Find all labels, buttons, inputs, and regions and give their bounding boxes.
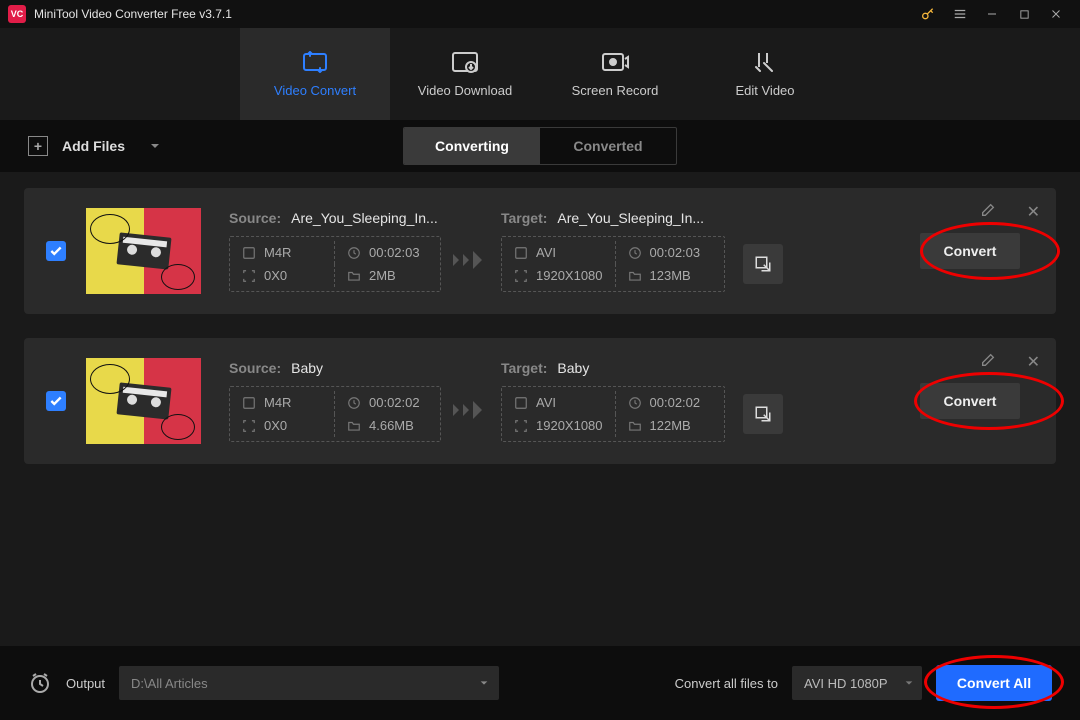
target-preset-button[interactable] xyxy=(743,394,783,434)
resolution-icon xyxy=(514,419,528,433)
convert-all-label: Convert all files to xyxy=(675,676,778,691)
app-logo: VC xyxy=(8,5,26,23)
edit-icon[interactable] xyxy=(980,352,996,368)
toolbar: + Add Files Converting Converted xyxy=(0,120,1080,172)
output-label: Output xyxy=(66,676,105,691)
format-icon xyxy=(242,396,256,410)
window-maximize-icon[interactable] xyxy=(1008,0,1040,28)
download-icon xyxy=(450,51,480,73)
bottom-bar: Output D:\All Articles Convert all files… xyxy=(0,646,1080,720)
target-label: Target: xyxy=(501,360,547,376)
tab-video-download[interactable]: Video Download xyxy=(390,28,540,120)
clock-icon xyxy=(628,396,642,410)
tab-video-convert[interactable]: Video Convert xyxy=(240,28,390,120)
arrow-icon xyxy=(445,251,501,269)
source-specs: M4R 00:02:02 0X0 4.66MB xyxy=(229,386,441,442)
items-list: Source: Are_You_Sleeping_In... M4R 00:02… xyxy=(0,172,1080,480)
window-minimize-icon[interactable] xyxy=(976,0,1008,28)
add-files-button[interactable]: + Add Files xyxy=(28,136,161,156)
tab-converting[interactable]: Converting xyxy=(404,128,540,164)
clock-icon xyxy=(347,396,361,410)
tab-label: Edit Video xyxy=(735,83,794,98)
source-name: Are_You_Sleeping_In... xyxy=(291,210,438,226)
convert-icon xyxy=(300,51,330,73)
edit-video-icon xyxy=(750,51,780,73)
item-thumbnail xyxy=(86,208,201,294)
target-name: Baby xyxy=(557,360,589,376)
app-title: MiniTool Video Converter Free v3.7.1 xyxy=(34,7,232,21)
target-specs: AVI 00:02:02 1920X1080 122MB xyxy=(501,386,725,442)
format-icon xyxy=(514,246,528,260)
chevron-down-icon xyxy=(149,140,161,152)
target-block: Target: Baby AVI 00:02:02 1920X1080 122M… xyxy=(501,360,801,442)
schedule-icon[interactable] xyxy=(28,671,52,695)
chevron-down-icon xyxy=(904,678,914,688)
source-block: Source: Baby M4R 00:02:02 0X0 4.66MB xyxy=(229,360,445,442)
main-tabs: Video Convert Video Download Screen Reco… xyxy=(0,28,1080,120)
target-block: Target: Are_You_Sleeping_In... AVI 00:02… xyxy=(501,210,801,292)
target-preset-button[interactable] xyxy=(743,244,783,284)
output-preset: AVI HD 1080P xyxy=(804,676,888,691)
resolution-icon xyxy=(514,269,528,283)
folder-icon xyxy=(628,419,642,433)
sub-tabs: Converting Converted xyxy=(403,127,677,165)
app-logo-text: VC xyxy=(11,9,24,19)
clock-icon xyxy=(347,246,361,260)
clock-icon xyxy=(628,246,642,260)
convert-button[interactable]: Convert xyxy=(920,233,1020,269)
item-checkbox[interactable] xyxy=(46,241,66,261)
close-icon[interactable]: ✕ xyxy=(1027,352,1040,372)
tab-screen-record[interactable]: Screen Record xyxy=(540,28,690,120)
folder-icon xyxy=(347,419,361,433)
resolution-icon xyxy=(242,269,256,283)
plus-icon: + xyxy=(28,136,48,156)
target-specs: AVI 00:02:03 1920X1080 123MB xyxy=(501,236,725,292)
record-icon xyxy=(600,51,630,73)
tab-label: Video Convert xyxy=(274,83,356,98)
chevron-down-icon xyxy=(479,678,489,688)
tab-converted[interactable]: Converted xyxy=(540,128,676,164)
source-specs: M4R 00:02:03 0X0 2MB xyxy=(229,236,441,292)
output-path-select[interactable]: D:\All Articles xyxy=(119,666,499,700)
tab-label: Video Download xyxy=(418,83,512,98)
close-icon[interactable]: ✕ xyxy=(1027,202,1040,222)
convert-button[interactable]: Convert xyxy=(920,383,1020,419)
edit-icon[interactable] xyxy=(980,202,996,218)
output-preset-select[interactable]: AVI HD 1080P xyxy=(792,666,922,700)
item-card: Source: Baby M4R 00:02:02 0X0 4.66MB Tar… xyxy=(24,338,1056,464)
convert-all-button[interactable]: Convert All xyxy=(936,665,1052,701)
folder-icon xyxy=(347,269,361,283)
source-label: Source: xyxy=(229,360,281,376)
menu-icon[interactable] xyxy=(944,0,976,28)
source-label: Source: xyxy=(229,210,281,226)
item-checkbox[interactable] xyxy=(46,391,66,411)
format-icon xyxy=(514,396,528,410)
source-block: Source: Are_You_Sleeping_In... M4R 00:02… xyxy=(229,210,445,292)
tab-label: Screen Record xyxy=(572,83,659,98)
upgrade-key-icon[interactable] xyxy=(912,0,944,28)
item-card: Source: Are_You_Sleeping_In... M4R 00:02… xyxy=(24,188,1056,314)
add-files-label: Add Files xyxy=(62,138,125,154)
window-close-icon[interactable] xyxy=(1040,0,1072,28)
source-name: Baby xyxy=(291,360,323,376)
resolution-icon xyxy=(242,419,256,433)
title-bar: VC MiniTool Video Converter Free v3.7.1 xyxy=(0,0,1080,28)
format-icon xyxy=(242,246,256,260)
output-path: D:\All Articles xyxy=(131,676,208,691)
arrow-icon xyxy=(445,401,501,419)
folder-icon xyxy=(628,269,642,283)
item-thumbnail xyxy=(86,358,201,444)
target-name: Are_You_Sleeping_In... xyxy=(557,210,704,226)
tab-edit-video[interactable]: Edit Video xyxy=(690,28,840,120)
target-label: Target: xyxy=(501,210,547,226)
